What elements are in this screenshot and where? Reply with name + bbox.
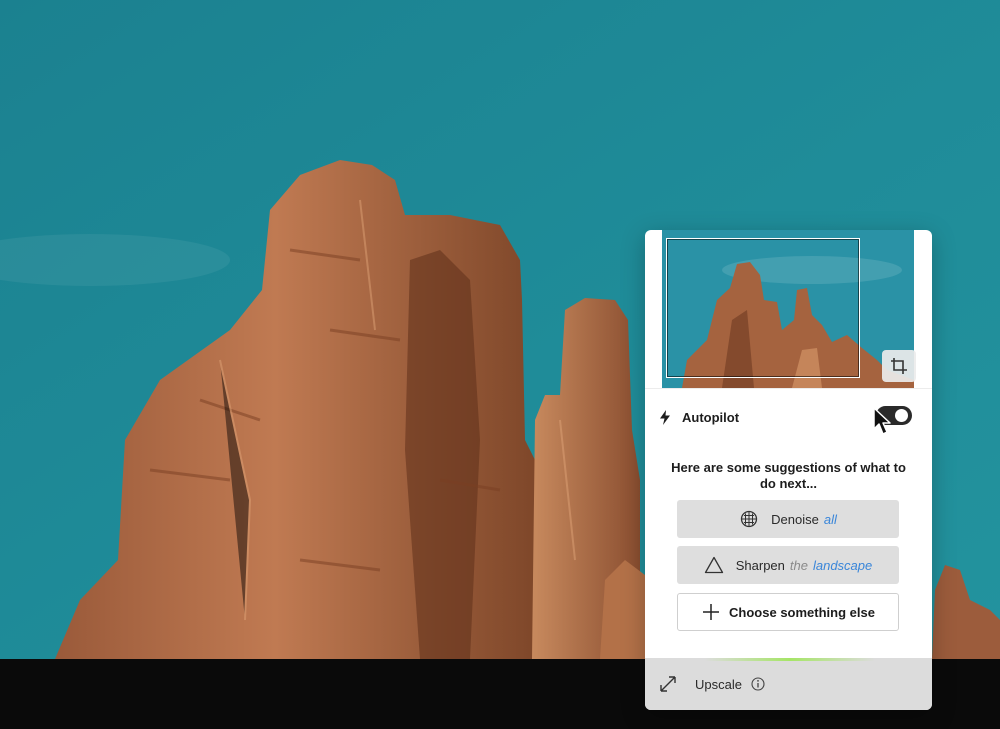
choose-something-else-button[interactable]: Choose something else [677,593,899,631]
expand-icon [659,674,679,694]
cursor-icon [873,407,891,435]
toggle-knob [895,409,908,422]
crop-frame[interactable] [666,238,860,378]
panel-divider [645,388,932,389]
sharpen-action: Sharpen [735,557,785,573]
autopilot-label: Autopilot [682,409,740,425]
plus-icon [701,602,721,622]
sharpen-button[interactable]: Sharpen the landscape [677,546,899,584]
crop-icon [891,358,907,374]
autopilot-panel: Autopilot Here are some suggestions of w… [645,230,932,710]
suggestion-prompt: Here are some suggestions of what to do … [671,460,906,491]
info-icon[interactable] [751,677,765,691]
crop-button[interactable] [882,350,916,382]
grid-globe-icon [739,509,759,529]
sharpen-connector: the [789,557,808,573]
upscale-row[interactable]: Upscale [645,658,932,710]
sharpen-target: landscape [812,557,873,573]
denoise-button[interactable]: Denoise all [677,500,899,538]
denoise-action: Denoise [771,511,819,527]
bolt-icon [659,409,673,425]
denoise-target: all [823,511,837,527]
choose-label: Choose something else [729,604,875,620]
upscale-highlight [705,658,875,661]
triangle-icon [704,555,724,575]
upscale-label: Upscale [695,676,742,692]
preview-thumbnail[interactable] [662,230,914,388]
